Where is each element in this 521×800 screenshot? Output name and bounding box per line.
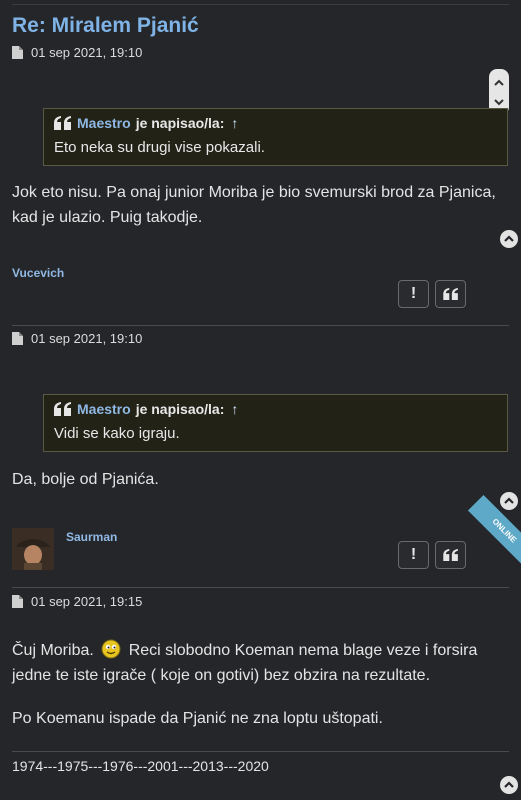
quote-text: Eto neka su drugi vise pokazali. — [54, 139, 265, 156]
quote-button[interactable] — [435, 541, 466, 569]
post-body-paragraph: Po Koemanu ispade da Pjanić ne zna loptu… — [12, 710, 383, 727]
username-link[interactable]: Saurman — [66, 530, 117, 544]
quote-icon — [442, 288, 458, 300]
quote-button[interactable] — [435, 280, 466, 308]
back-to-top-button[interactable] — [500, 492, 518, 510]
document-icon — [12, 595, 23, 608]
quote-header: Maestro je napisao/la: ↑ — [54, 401, 497, 417]
quote-mark-icon — [54, 402, 71, 416]
post-meta: 01 sep 2021, 19:10 — [12, 331, 142, 346]
post-body-part1: Čuj Moriba. — [12, 642, 94, 659]
username-link[interactable]: Vucevich — [12, 266, 64, 280]
document-icon — [12, 332, 23, 345]
quote-block: Maestro je napisao/la: ↑ Eto neka su dru… — [43, 108, 508, 166]
post-body: Jok eto nisu. Pa onaj junior Moriba je b… — [12, 184, 496, 226]
quote-source-arrow[interactable]: ↑ — [231, 115, 238, 131]
signature-divider — [12, 751, 509, 752]
quote-icon — [442, 549, 458, 561]
chevron-up-icon — [504, 235, 514, 242]
post-meta: 01 sep 2021, 19:15 — [12, 594, 142, 609]
post-datetime: 01 sep 2021, 19:10 — [31, 45, 143, 60]
report-button[interactable]: ! — [398, 541, 429, 569]
chevron-up-icon[interactable] — [494, 79, 504, 86]
quote-author-link[interactable]: Maestro — [77, 115, 131, 131]
quote-wrote-label: je napisao/la: — [135, 401, 225, 417]
chevron-up-icon — [504, 497, 514, 504]
chevron-up-icon — [504, 781, 514, 788]
document-icon — [12, 46, 23, 59]
quote-author-link[interactable]: Maestro — [77, 401, 131, 417]
chevron-down-icon[interactable] — [494, 98, 504, 106]
quote-source-arrow[interactable]: ↑ — [231, 401, 238, 417]
report-button[interactable]: ! — [398, 280, 429, 308]
back-to-top-button[interactable] — [500, 776, 518, 794]
post-divider — [12, 325, 509, 326]
back-to-top-button[interactable] — [500, 230, 518, 248]
quote-text: Vidi se kako igraju. — [54, 425, 180, 442]
quote-wrote-label: je napisao/la: — [135, 115, 225, 131]
smiley-emoji-icon — [101, 639, 121, 659]
post-divider — [12, 587, 509, 588]
thread-title[interactable]: Re: Miralem Pjanić — [12, 14, 199, 38]
post-meta: 01 sep 2021, 19:10 — [12, 45, 142, 60]
avatar[interactable] — [12, 528, 54, 570]
post-body: Čuj Moriba. Reci slobodno Koeman nema bl… — [12, 638, 512, 688]
avatar-image — [12, 528, 54, 570]
post-body: Da, bolje od Pjanića. — [12, 471, 159, 488]
signature: 1974---1975---1976---2001---2013---2020 — [12, 758, 269, 774]
post-datetime: 01 sep 2021, 19:10 — [31, 331, 143, 346]
quote-block: Maestro je napisao/la: ↑ Vidi se kako ig… — [43, 394, 508, 452]
post-datetime: 01 sep 2021, 19:15 — [31, 594, 143, 609]
top-divider — [12, 4, 509, 5]
quote-header: Maestro je napisao/la: ↑ — [54, 115, 497, 131]
quote-mark-icon — [54, 116, 71, 130]
